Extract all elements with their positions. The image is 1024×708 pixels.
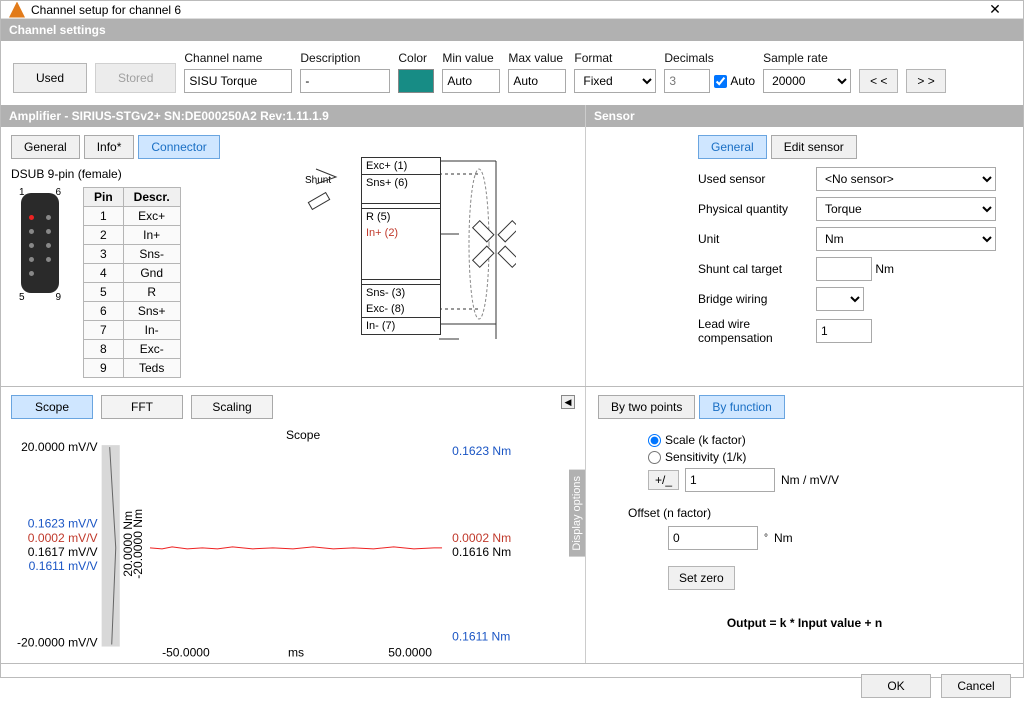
physical-quantity-label: Physical quantity	[698, 202, 808, 216]
channel-settings-row: Used Stored Channel name Description Col…	[1, 41, 1023, 105]
titlebar: Channel setup for channel 6 ✕	[1, 1, 1023, 19]
auto-decimals-check[interactable]: Auto	[714, 74, 755, 88]
dialog-footer: OK Cancel	[1, 663, 1023, 708]
stored-button: Stored	[95, 63, 176, 93]
scope-panel: Scope FFT Scaling ◀ Display options Scop…	[1, 387, 585, 663]
svg-text:0.1623 mV/V: 0.1623 mV/V	[28, 517, 98, 531]
bridge-wiring-label: Bridge wiring	[698, 292, 808, 306]
min-value-input[interactable]	[442, 69, 500, 93]
pin-table: PinDescr. 1Exc+ 2In+ 3Sns- 4Gnd 5R 6Sns+…	[83, 187, 181, 378]
svg-text:0.0002 mV/V: 0.0002 mV/V	[28, 531, 98, 545]
bridge-wiring-select[interactable]	[816, 287, 864, 311]
used-sensor-select[interactable]: <No sensor>	[816, 167, 996, 191]
format-label: Format	[574, 51, 656, 65]
channel-name-input[interactable]	[184, 69, 292, 93]
tab-scope[interactable]: Scope	[11, 395, 93, 419]
tab-general[interactable]: General	[11, 135, 80, 159]
window: Channel setup for channel 6 ✕ Channel se…	[0, 0, 1024, 678]
tab-sensor-general[interactable]: General	[698, 135, 767, 159]
svg-text:0.0002 Nm: 0.0002 Nm	[452, 531, 511, 545]
tab-fft[interactable]: FFT	[101, 395, 183, 419]
scope-chart: Scope 20.0000 mV/V -20.0000 mV/V 0.1623 …	[11, 427, 575, 655]
scale-radio[interactable]: Scale (k factor)	[648, 433, 1011, 447]
sample-rate-label: Sample rate	[763, 51, 851, 65]
lead-wire-label: Lead wire compensation	[698, 317, 808, 346]
svg-text:Scope: Scope	[286, 428, 321, 442]
table-row: 6Sns+	[84, 302, 181, 321]
set-zero-button[interactable]: Set zero	[668, 566, 735, 590]
max-value-input[interactable]	[508, 69, 566, 93]
collapse-icon[interactable]: ◀	[561, 395, 575, 409]
tab-by-function[interactable]: By function	[699, 395, 784, 419]
sensor-panel: Sensor General Edit sensor Used sensor <…	[585, 105, 1023, 386]
app-icon	[9, 2, 25, 18]
svg-text:0.1611 Nm: 0.1611 Nm	[452, 630, 510, 644]
table-row: 5R	[84, 283, 181, 302]
shunt-cal-label: Shunt cal target	[698, 262, 808, 276]
table-row: 7In-	[84, 321, 181, 340]
svg-text:ms: ms	[288, 646, 304, 657]
tab-sensor-edit[interactable]: Edit sensor	[771, 135, 857, 159]
connector-diagram: 1 6 5 9	[11, 187, 69, 299]
table-row: 8Exc-	[84, 340, 181, 359]
svg-text:-50.0000: -50.0000	[162, 646, 210, 657]
amplifier-panel: Amplifier - SIRIUS-STGv2+ SN:DE000250A2 …	[1, 105, 585, 386]
format-select[interactable]: Fixed	[574, 69, 656, 93]
close-icon[interactable]: ✕	[975, 1, 1015, 18]
unit-label: Unit	[698, 232, 808, 246]
channel-settings-header: Channel settings	[1, 19, 1023, 41]
table-row: 1Exc+	[84, 207, 181, 226]
used-sensor-label: Used sensor	[698, 172, 808, 186]
scaling-panel: By two points By function Scale (k facto…	[585, 387, 1023, 663]
tab-by-two-points[interactable]: By two points	[598, 395, 695, 419]
svg-text:0.1617 mV/V: 0.1617 mV/V	[28, 545, 98, 559]
k-factor-input[interactable]	[685, 468, 775, 492]
decimals-input	[664, 69, 710, 93]
table-row: 3Sns-	[84, 245, 181, 264]
shunt-cal-input[interactable]	[816, 257, 872, 281]
amplifier-header: Amplifier - SIRIUS-STGv2+ SN:DE000250A2 …	[1, 105, 585, 127]
svg-text:0.1623 Nm: 0.1623 Nm	[452, 444, 511, 458]
svg-text:0.1611 mV/V: 0.1611 mV/V	[29, 559, 98, 573]
sample-rate-select[interactable]: 20000	[763, 69, 851, 93]
lead-wire-input[interactable]	[816, 319, 872, 343]
bottom-row: Scope FFT Scaling ◀ Display options Scop…	[1, 386, 1023, 663]
offset-label: Offset (n factor)	[628, 506, 1011, 520]
tab-scaling[interactable]: Scaling	[191, 395, 273, 419]
decimals-label: Decimals	[664, 51, 755, 65]
sensitivity-radio[interactable]: Sensitivity (1/k)	[648, 450, 1011, 464]
svg-text:-20.0000 Nm: -20.0000 Nm	[131, 509, 145, 579]
tab-info[interactable]: Info*	[84, 135, 135, 159]
svg-text:50.0000: 50.0000	[388, 646, 432, 657]
used-button[interactable]: Used	[13, 63, 87, 93]
table-row: 4Gnd	[84, 264, 181, 283]
color-swatch[interactable]	[398, 69, 434, 93]
unit-select[interactable]: Nm	[816, 227, 996, 251]
table-row: 2In+	[84, 226, 181, 245]
description-input[interactable]	[300, 69, 390, 93]
tab-connector[interactable]: Connector	[138, 135, 219, 159]
sensor-header: Sensor	[586, 105, 1023, 127]
svg-text:20.0000 mV/V: 20.0000 mV/V	[21, 440, 98, 454]
offset-input[interactable]	[668, 526, 758, 550]
k-unit-label: Nm / mV/V	[781, 473, 839, 487]
min-value-label: Min value	[442, 51, 500, 65]
color-label: Color	[398, 51, 434, 65]
channel-name-label: Channel name	[184, 51, 292, 65]
prev-channel-button[interactable]: < <	[859, 69, 898, 93]
physical-quantity-select[interactable]: Torque	[816, 197, 996, 221]
max-value-label: Max value	[508, 51, 566, 65]
middle-row: Amplifier - SIRIUS-STGv2+ SN:DE000250A2 …	[1, 105, 1023, 386]
window-title: Channel setup for channel 6	[31, 3, 975, 17]
description-label: Description	[300, 51, 390, 65]
table-row: 9Teds	[84, 359, 181, 378]
sign-toggle-button[interactable]: +/_	[648, 470, 679, 490]
next-channel-button[interactable]: > >	[906, 69, 945, 93]
wiring-schematic: Shunt	[361, 157, 576, 335]
svg-text:0.1616 Nm: 0.1616 Nm	[452, 545, 511, 559]
formula-text: Output = k * Input value + n	[598, 616, 1011, 630]
svg-text:-20.0000 mV/V: -20.0000 mV/V	[17, 636, 98, 650]
